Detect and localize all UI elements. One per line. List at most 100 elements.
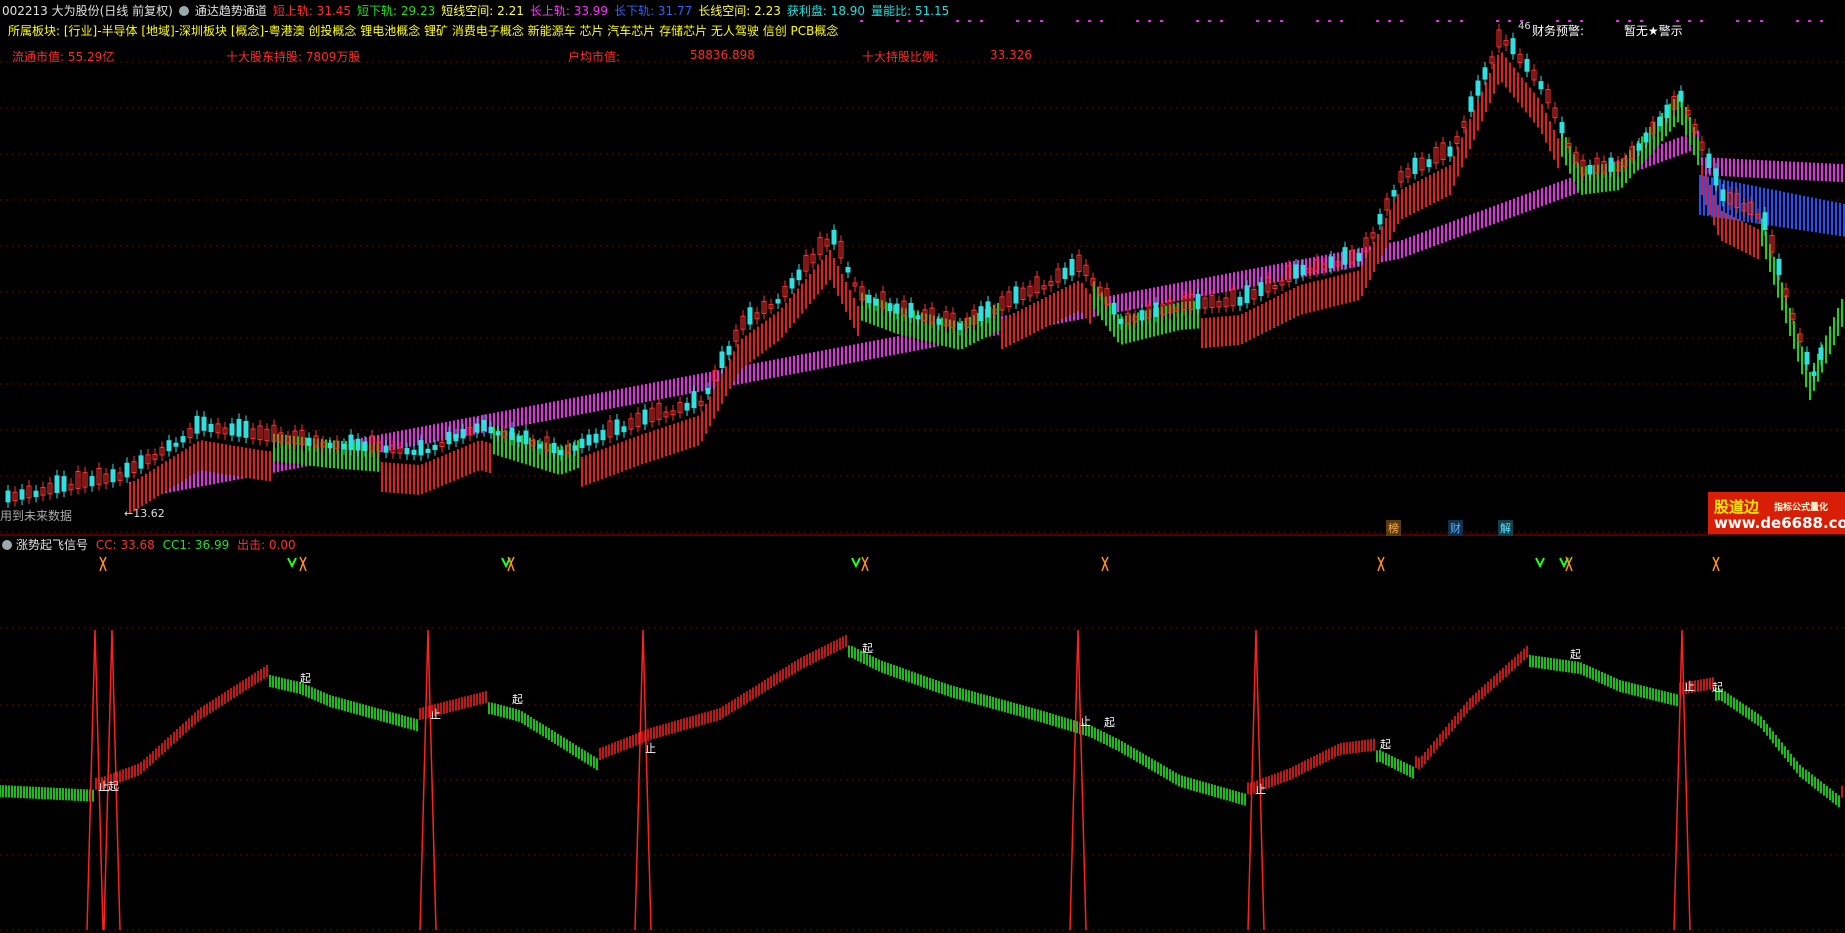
top-dot (1016, 20, 1019, 22)
candle-body (1237, 296, 1243, 306)
candle-body (418, 440, 424, 456)
runner-icon (507, 556, 515, 572)
candle-body (908, 302, 914, 318)
signal-label-start: 起 (1570, 648, 1581, 661)
candle-body (593, 433, 599, 443)
candle-body (1412, 157, 1418, 175)
signal-label-stop: 止 (1080, 715, 1091, 728)
candle-body (383, 445, 389, 453)
stock-title[interactable]: 002213 大为股份(日线 前复权) (2, 4, 173, 18)
top10-holders: 十大股东持股: 7809万股 (226, 50, 361, 64)
candle-body (537, 444, 543, 449)
signal-label-start: 起 (300, 672, 311, 685)
header-value-2: 短线空间: 2.21 (441, 4, 524, 18)
top-dot (1316, 20, 1319, 22)
candle-body (1664, 104, 1670, 118)
top-dot (1100, 20, 1103, 22)
top-dot (896, 20, 899, 22)
top-dot (1700, 20, 1703, 22)
candle-body (124, 462, 130, 478)
candle-body (551, 442, 557, 454)
candles (5, 24, 1824, 508)
candle-body (1377, 213, 1383, 225)
subchart-menu-icon[interactable] (2, 540, 12, 550)
candle-body (915, 315, 921, 320)
top-dot (1028, 20, 1031, 22)
candle-body (726, 346, 732, 355)
top10-ratio-label: 十大持股比例: (862, 50, 939, 64)
candle-body (1636, 143, 1642, 151)
down-arrow-icon (287, 557, 297, 569)
down-arrow-icon (851, 557, 861, 569)
indicator-name[interactable]: 通达趋势通道 (195, 4, 267, 18)
candle-body (1293, 264, 1299, 279)
top-dot (1136, 20, 1139, 22)
candle-body (54, 475, 60, 493)
candle-body (5, 490, 11, 503)
header-values: 短上轨: 31.45 短下轨: 29.23 短线空间: 2.21 长上轨: 33.99… (273, 4, 955, 18)
candle-body (1244, 285, 1250, 304)
candle-body (978, 306, 984, 321)
candle-body (1811, 371, 1817, 376)
candle-body (1195, 293, 1201, 310)
watermark-logo: 股道边 指标公式量化 www.de6688.com (1708, 492, 1845, 534)
candle-body (1013, 286, 1019, 304)
per-capita-value: 58836.898 (690, 48, 755, 62)
signal-label-start: 起 (1380, 738, 1391, 751)
top-dot (1088, 20, 1091, 22)
candle-body (1587, 164, 1593, 175)
top-dot (1460, 20, 1463, 22)
header-value-4: 长下轨: 31.77 (614, 4, 693, 18)
top-dot (908, 20, 911, 22)
warning-value: 暂无★警示 (1623, 24, 1683, 38)
top-dot (920, 20, 923, 22)
candle-body (985, 301, 991, 318)
header-value-6: 获利盘: 18.90 (786, 4, 866, 18)
subchart-name[interactable]: 涨势起飞信号 (16, 538, 88, 552)
candle-body (579, 438, 585, 448)
candle-body (411, 449, 417, 455)
signal-arrows (99, 556, 1720, 572)
candle-body (348, 434, 354, 450)
tab-rank[interactable]: 榜 (1386, 520, 1401, 536)
candle-body (404, 447, 410, 455)
top-dot (968, 20, 971, 22)
top-dot (1496, 20, 1499, 22)
candle-body (887, 303, 893, 312)
logo-url: www.de6688.com (1714, 514, 1845, 532)
top-dot (1796, 20, 1799, 22)
runner-icon (1377, 556, 1385, 572)
float-cap: 流通市值: 55.29亿 (12, 50, 115, 64)
candle-body (1510, 38, 1516, 55)
candle-body (1356, 252, 1362, 262)
candle-body (1762, 212, 1768, 231)
candle-body (600, 429, 606, 441)
signal-labels: 止起起止起止起止 起止起起止起 (98, 642, 1723, 796)
candle-body (719, 351, 725, 368)
candle-body (1139, 310, 1145, 321)
signal-label-stop: 止 (1684, 680, 1695, 693)
candle-body (1062, 267, 1068, 279)
indicator-menu-icon[interactable] (178, 6, 189, 16)
top-dot (1688, 20, 1691, 22)
candle-body (1524, 58, 1530, 72)
top-dot (1748, 20, 1751, 22)
candle-body (362, 441, 368, 452)
candle-body (873, 298, 879, 306)
candle-body (201, 416, 207, 431)
candle-body (306, 437, 312, 446)
candle-body (1538, 81, 1544, 90)
candle-body (775, 299, 781, 304)
candle-body (208, 424, 214, 433)
candle-body (866, 294, 872, 304)
top-dot (1196, 20, 1199, 22)
tab-finance[interactable]: 财 (1448, 520, 1463, 536)
candle-body (243, 420, 249, 438)
top-dot (1340, 20, 1343, 22)
tab-unlock[interactable]: 解 (1498, 520, 1513, 536)
candle-body (1118, 319, 1124, 325)
top-dot (1448, 20, 1451, 22)
top-dot (980, 20, 983, 22)
candle-body (789, 278, 795, 289)
candle-body (1391, 190, 1397, 197)
